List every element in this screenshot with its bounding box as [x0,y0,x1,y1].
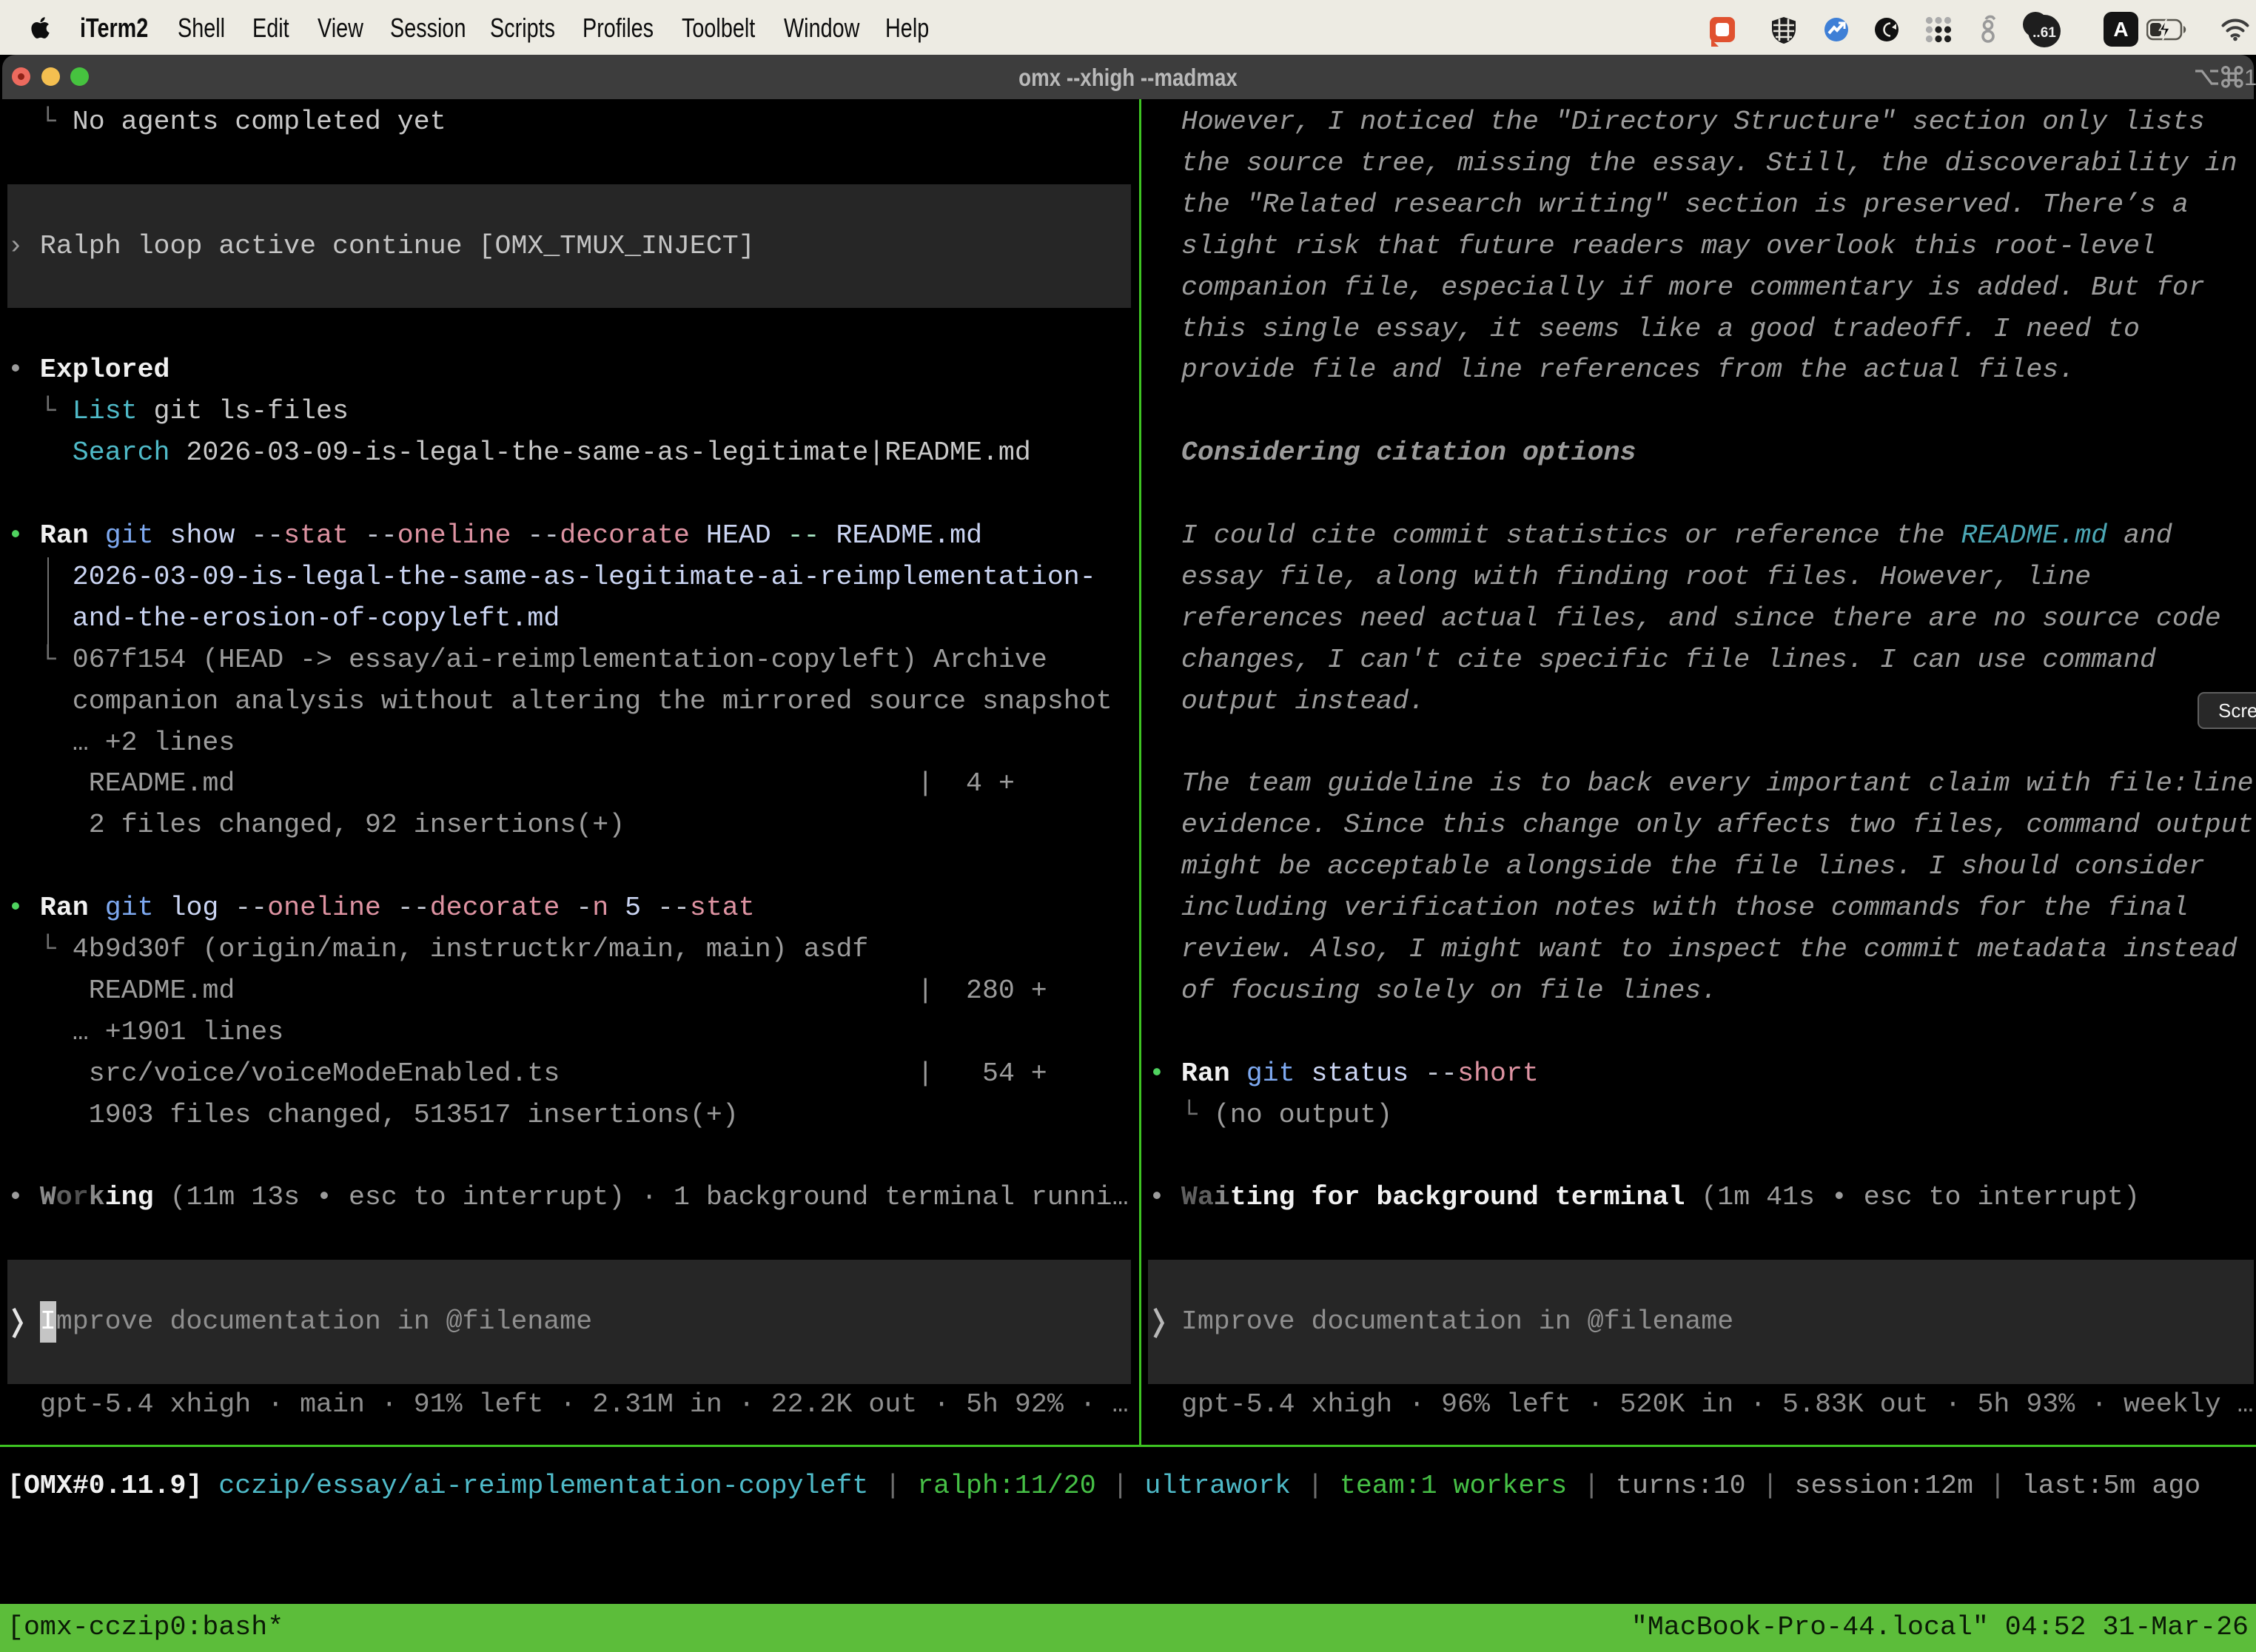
svg-text:1: 1 [2244,64,2256,90]
